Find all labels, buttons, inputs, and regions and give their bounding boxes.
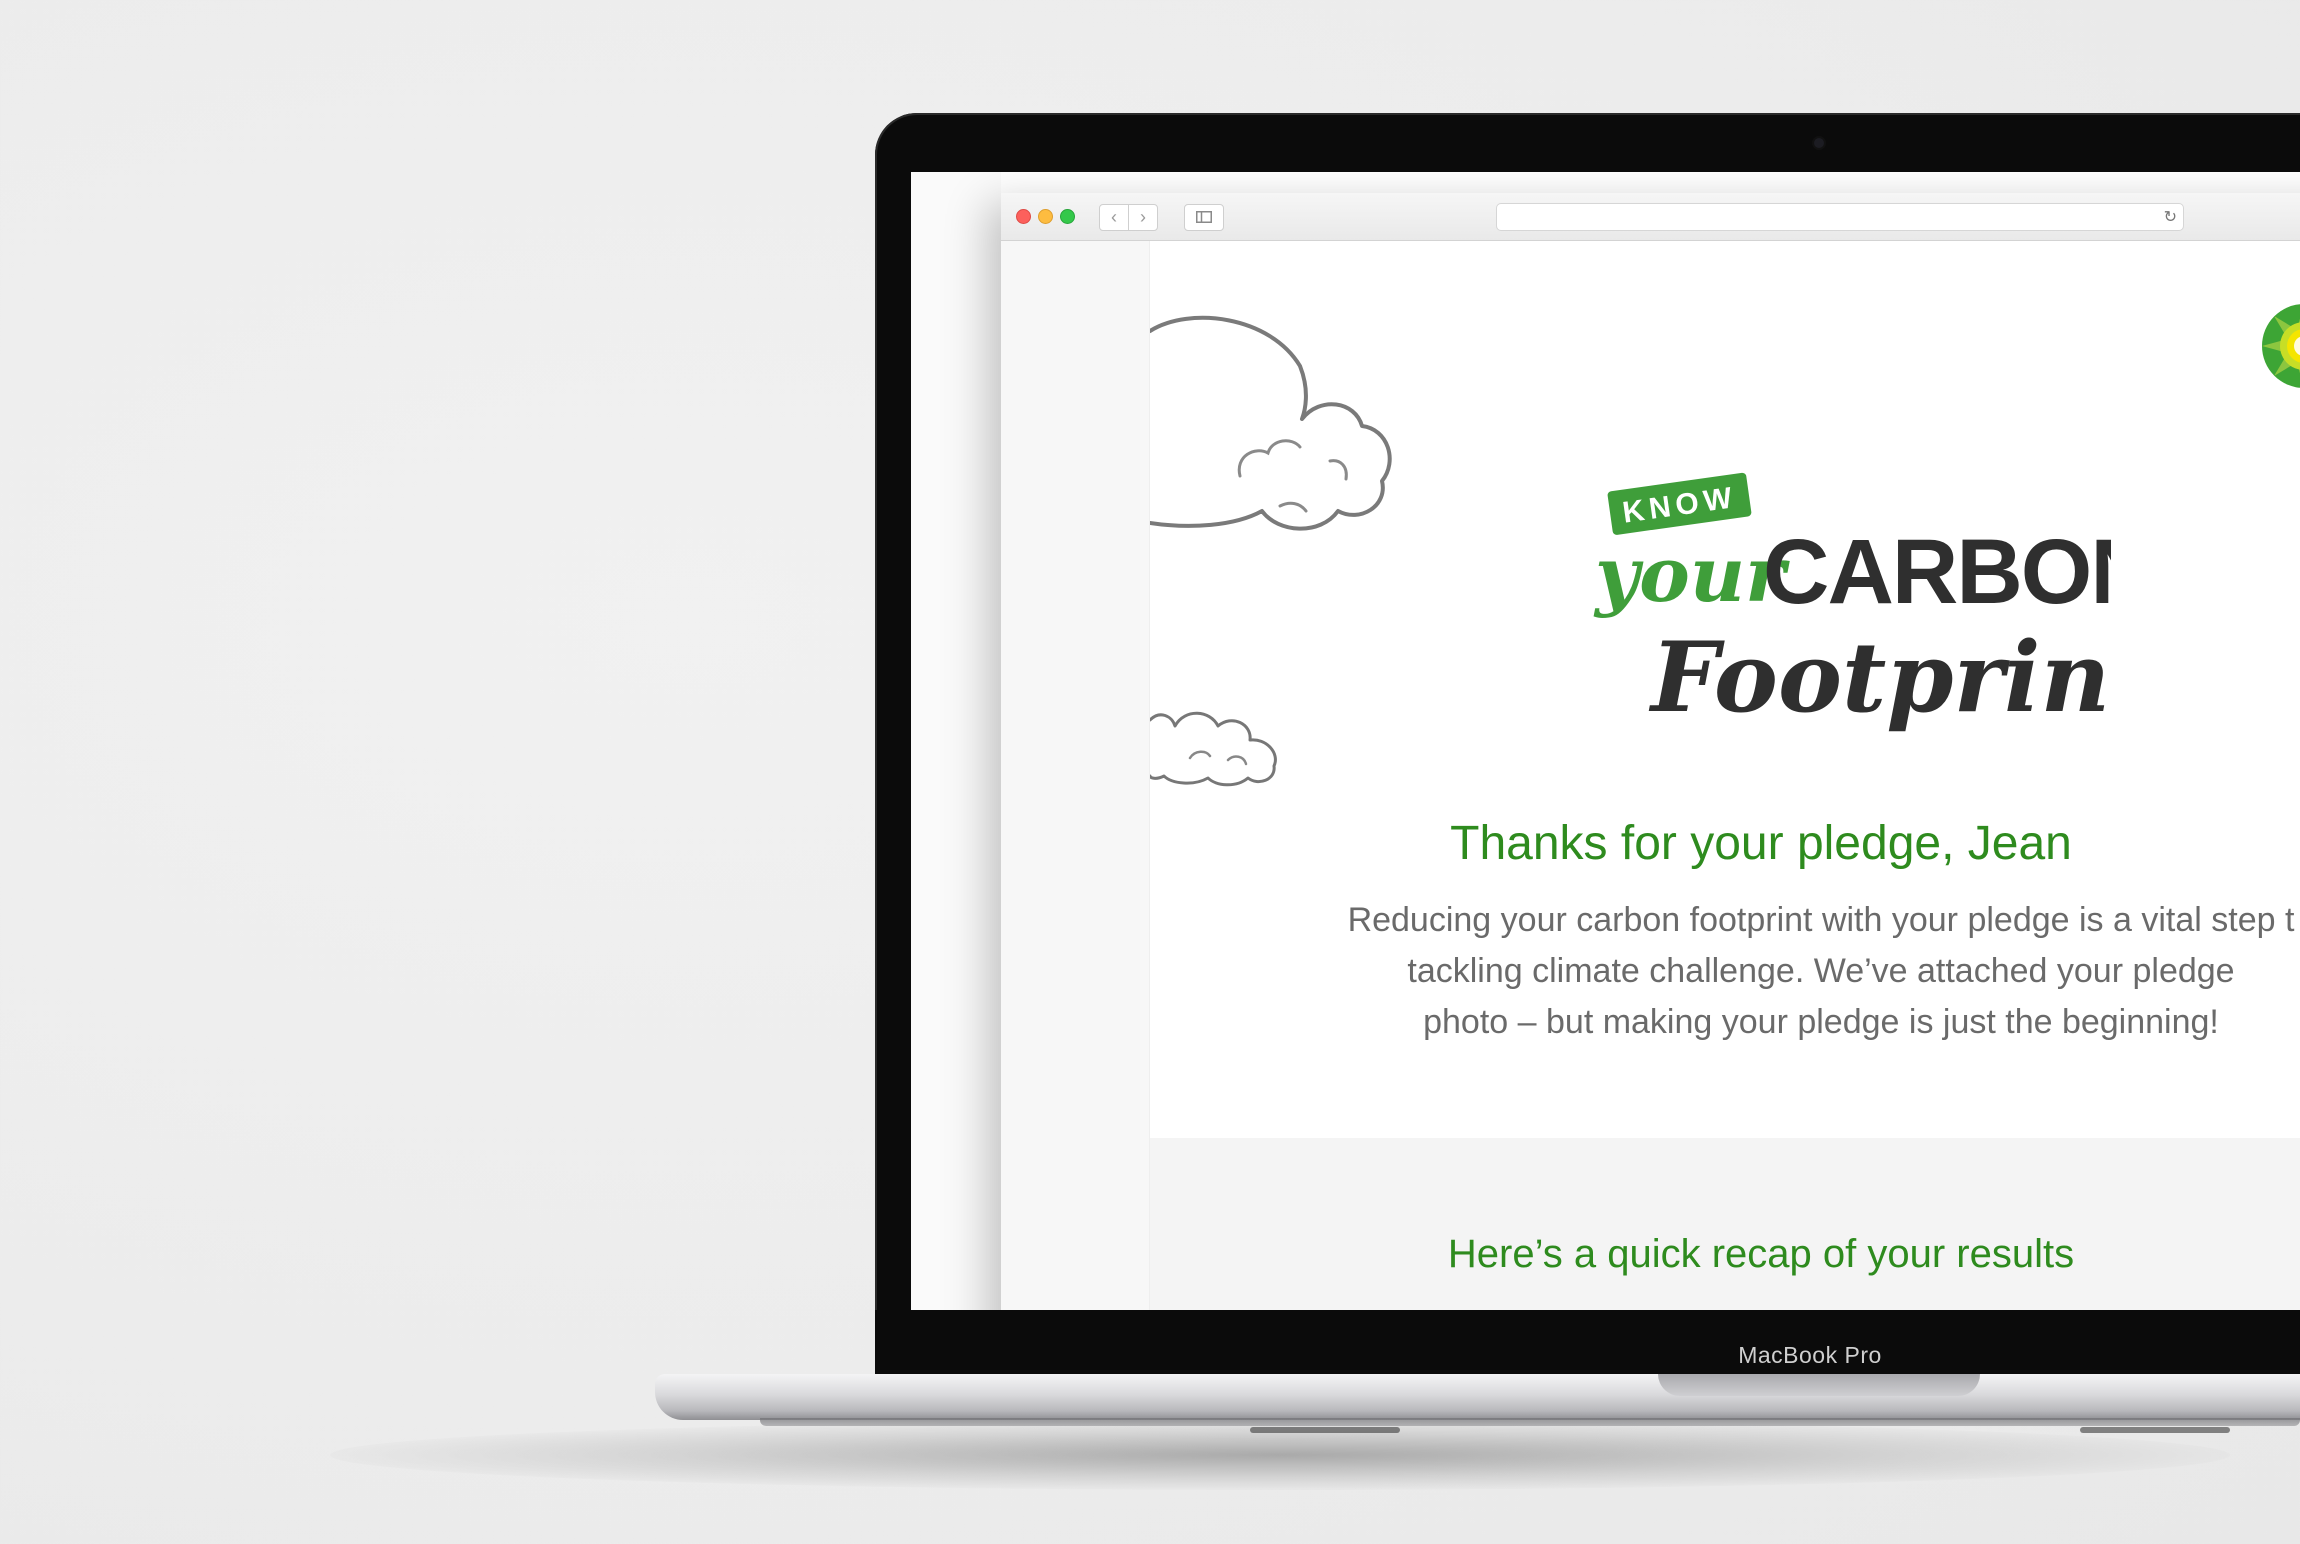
- sidebar-toggle-icon: [1196, 211, 1212, 223]
- model-label: MacBook Pro: [1738, 1342, 1882, 1368]
- email-headline: Thanks for your pledge, Jean: [1450, 817, 2072, 870]
- desktop-background: [911, 172, 1001, 1310]
- address-bar[interactable]: ↻: [1496, 203, 2184, 231]
- email-body-text: Reducing your carbon footprint with your…: [1271, 895, 2300, 1048]
- body-line-3: photo – but making your pledge is just t…: [1423, 1003, 2219, 1041]
- body-line-2: tackling climate challenge. We’ve attach…: [1407, 952, 2235, 990]
- large-cloud-illustration: [1150, 315, 1392, 531]
- browser-window: ‹ › ↻ KNOW your CARBO Footprint Thanks f…: [1001, 193, 2300, 1310]
- body-line-1: Reducing your carbon footprint with your…: [1347, 901, 2295, 939]
- sidebar-toggle-button[interactable]: [1184, 204, 1224, 231]
- browser-titlebar: ‹ › ↻: [1001, 193, 2300, 241]
- back-button[interactable]: ‹: [1099, 204, 1129, 231]
- know-your-carbon-footprint-logo: KNOW your CARBON Footprint: [1593, 472, 2111, 734]
- bp-helios-logo: [2262, 304, 2300, 388]
- logo-word-your: your: [1593, 530, 1790, 619]
- laptop-base-underside: [760, 1418, 2300, 1426]
- logo-word-footprint: Footprint: [1648, 621, 2111, 734]
- zoom-window-button[interactable]: [1060, 209, 1075, 224]
- laptop-opening-notch: [1658, 1374, 1980, 1396]
- logo-word-carbon: CARBON: [1763, 521, 2111, 623]
- small-cloud-illustration: [1150, 711, 1277, 787]
- close-window-button[interactable]: [1016, 209, 1031, 224]
- email-left-margin: [1001, 241, 1150, 1310]
- forward-button[interactable]: ›: [1128, 204, 1158, 231]
- reload-icon[interactable]: ↻: [2164, 207, 2177, 227]
- laptop-foot-right: [2080, 1427, 2230, 1433]
- recap-section: [1150, 1138, 2300, 1310]
- minimize-window-button[interactable]: [1038, 209, 1053, 224]
- webcam: [1814, 138, 1824, 148]
- laptop-base: [655, 1374, 2300, 1420]
- recap-title: Here’s a quick recap of your results: [1447, 1232, 2075, 1276]
- laptop-screen: ‹ › ↻ KNOW your CARBO Footprint Thanks f…: [911, 172, 2300, 1310]
- laptop-chin: [875, 1310, 2300, 1375]
- email-content: KNOW your CARBON Footprint Thanks for yo…: [1001, 241, 2300, 1310]
- laptop-foot-left: [1250, 1427, 1400, 1433]
